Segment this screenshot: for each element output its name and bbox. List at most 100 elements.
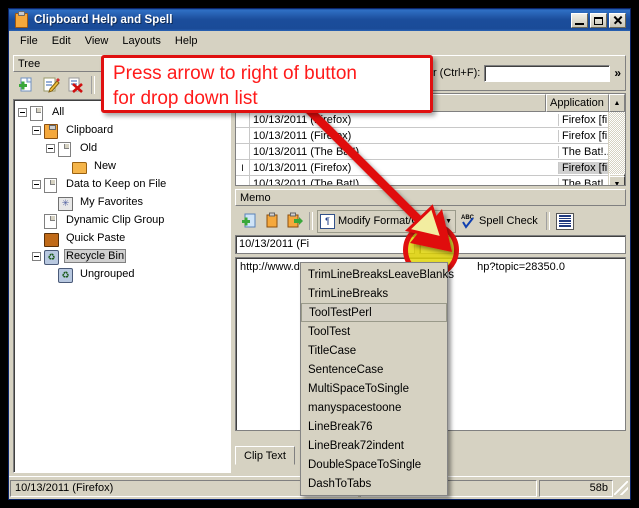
tab-clip-text[interactable]: Clip Text: [235, 446, 295, 465]
find-label: er (Ctrl+F):: [426, 67, 481, 79]
resize-grip[interactable]: [614, 481, 628, 495]
table-row[interactable]: I 10/13/2011 (Firefox) Firefox [fi...: [236, 160, 625, 176]
table-row[interactable]: 10/13/2011 (Firefox) Firefox [fi...: [236, 112, 625, 128]
tree-item-label: All: [52, 106, 65, 118]
clipboard-icon: [44, 123, 60, 139]
folder-icon: [72, 159, 88, 174]
tree-item-clipboard[interactable]: Clipboard: [16, 121, 230, 139]
list-scroll-up-header[interactable]: ▲: [609, 94, 625, 112]
copy-clipboard-icon[interactable]: [261, 210, 283, 232]
tree-item-ungrouped[interactable]: ♻ Ungrouped: [16, 265, 230, 283]
menu-item-linebreak72indent[interactable]: LineBreak72indent: [301, 436, 447, 455]
paste-out-icon[interactable]: [283, 210, 305, 232]
tree-item-new[interactable]: New: [16, 157, 230, 175]
menu-item-tooltest[interactable]: ToolTest: [301, 322, 447, 341]
menu-item-sentencecase[interactable]: SentenceCase: [301, 360, 447, 379]
table-row[interactable]: 10/13/2011 (The Bat!) The Bat!...: [236, 144, 625, 160]
quick-paste-icon: [44, 231, 60, 247]
maximize-button[interactable]: [590, 12, 607, 28]
table-row[interactable]: 10/13/2011 (The Bat!) The Bat!...: [236, 176, 625, 186]
tree-item-dynamic-clip-group[interactable]: Dynamic Clip Group: [16, 211, 230, 229]
menu-item-linebreak76[interactable]: LineBreak76: [301, 417, 447, 436]
tree-expander-icon[interactable]: [32, 179, 41, 189]
callout-box: Press arrow to right of button for drop …: [101, 55, 433, 113]
scroll-down-button[interactable]: ▼: [609, 176, 625, 185]
menu-layouts[interactable]: Layouts: [115, 33, 168, 49]
tree-expander-icon[interactable]: [32, 125, 41, 135]
close-button[interactable]: [609, 12, 626, 28]
title-bar: Clipboard Help and Spell: [9, 9, 630, 31]
tree-item-label: Quick Paste: [66, 232, 126, 244]
caption-buttons: [571, 12, 628, 28]
tree-item-data-to-keep-on-file[interactable]: Data to Keep on File: [16, 175, 230, 193]
menu-item-manyspacestoone[interactable]: manyspacestoone: [301, 398, 447, 417]
new-memo-icon[interactable]: [239, 210, 261, 232]
memo-body-right: hp?topic=28350.0: [477, 261, 565, 273]
memo-toolbar-separator-2: [545, 212, 550, 230]
menu-item-titlecase[interactable]: TitleCase: [301, 341, 447, 360]
tree-item-recycle-bin[interactable]: ♻ Recycle Bin: [16, 247, 230, 265]
row-marker-icon: [236, 144, 250, 159]
tree-item-label: Clipboard: [66, 124, 114, 136]
tree-item-label: New: [94, 160, 117, 172]
tree-item-quick-paste[interactable]: Quick Paste: [16, 229, 230, 247]
tree-item-label: Ungrouped: [80, 268, 135, 280]
menu-item-trimlinebreaksleaveblanks[interactable]: TrimLineBreaksLeaveBlanks: [301, 265, 454, 284]
tree-expander-icon[interactable]: [32, 251, 41, 261]
menu-item-tooltestperl[interactable]: ToolTestPerl: [301, 303, 447, 322]
delete-clip-icon[interactable]: [64, 74, 86, 96]
tree-item-label: Dynamic Clip Group: [66, 214, 165, 226]
memo-toolbar-separator: [309, 212, 313, 230]
spell-check-label: Spell Check: [479, 215, 538, 227]
word-wrap-icon[interactable]: [554, 210, 576, 232]
table-row[interactable]: 10/13/2011 (Firefox) Firefox [fi...: [236, 128, 625, 144]
menu-bar: File Edit View Layouts Help: [9, 31, 630, 52]
favorites-icon: ✳: [58, 195, 74, 211]
row-clip-text: 10/13/2011 (The Bat!): [253, 145, 360, 158]
recycle-bin-icon: ♻: [58, 267, 74, 283]
tree-pane: Tree All Clipboard Old New Data to Keep …: [13, 55, 231, 473]
tree-item-label: My Favorites: [80, 196, 143, 208]
menu-view[interactable]: View: [78, 33, 116, 49]
find-input[interactable]: [484, 64, 611, 82]
list-rows: 10/13/2011 (Firefox) Firefox [fi... 10/13/…: [236, 112, 625, 186]
memo-title-field[interactable]: 10/13/2011 (Fi: [235, 235, 415, 254]
tree-item-old[interactable]: Old: [16, 139, 230, 157]
memo-tab-row: Clip Text: [235, 445, 295, 465]
document-icon: [44, 177, 60, 193]
document-icon: [30, 105, 46, 121]
spell-check-button[interactable]: ABC Spell Check: [456, 213, 542, 229]
menu-file[interactable]: File: [13, 33, 45, 49]
list-scrollbar[interactable]: ▼: [608, 112, 625, 185]
expand-find-icon[interactable]: »: [614, 66, 621, 80]
format-case-dropdown-menu[interactable]: TrimLineBreaksLeaveBlanks TrimLineBreaks T…: [300, 262, 454, 496]
tree-view[interactable]: All Clipboard Old New Data to Keep on File ✳ M…: [13, 99, 231, 473]
clipboard-icon: [13, 11, 29, 28]
minimize-button[interactable]: [571, 12, 588, 28]
row-clip-text: 10/13/2011 (Firefox): [253, 129, 352, 142]
tree-item-label: Old: [80, 142, 98, 154]
tree-expander-icon[interactable]: [18, 107, 27, 117]
callout-line-1: Press arrow to right of button: [113, 63, 357, 84]
edit-clip-icon[interactable]: [40, 74, 62, 96]
tree-item-my-favorites[interactable]: ✳ My Favorites: [16, 193, 230, 211]
recycle-bin-icon: ♻: [44, 249, 60, 265]
row-marker-icon: [236, 112, 250, 127]
row-marker-icon: [236, 176, 250, 185]
menu-item-dashtotabs[interactable]: DashToTabs: [301, 474, 447, 493]
new-clip-icon[interactable]: [16, 74, 38, 96]
tree-expander-icon[interactable]: [46, 143, 55, 153]
list-header-application[interactable]: Application: [546, 94, 609, 112]
row-clip-text: 10/13/2011 (The Bat!): [253, 177, 360, 186]
row-marker-icon: [236, 128, 250, 143]
document-icon: [44, 213, 60, 229]
memo-header: Memo: [235, 189, 626, 206]
menu-help[interactable]: Help: [168, 33, 205, 49]
tree-item-label: Recycle Bin: [64, 249, 127, 263]
callout-line-2: for drop down list: [113, 88, 258, 109]
menu-edit[interactable]: Edit: [45, 33, 78, 49]
memo-body-left: http://www.do: [240, 261, 307, 273]
menu-item-trimlinebreaks[interactable]: TrimLineBreaks: [301, 284, 447, 303]
menu-item-multispacetosingle[interactable]: MultiSpaceToSingle: [301, 379, 447, 398]
menu-item-doublespacetosingle[interactable]: DoubleSpaceToSingle: [301, 455, 447, 474]
